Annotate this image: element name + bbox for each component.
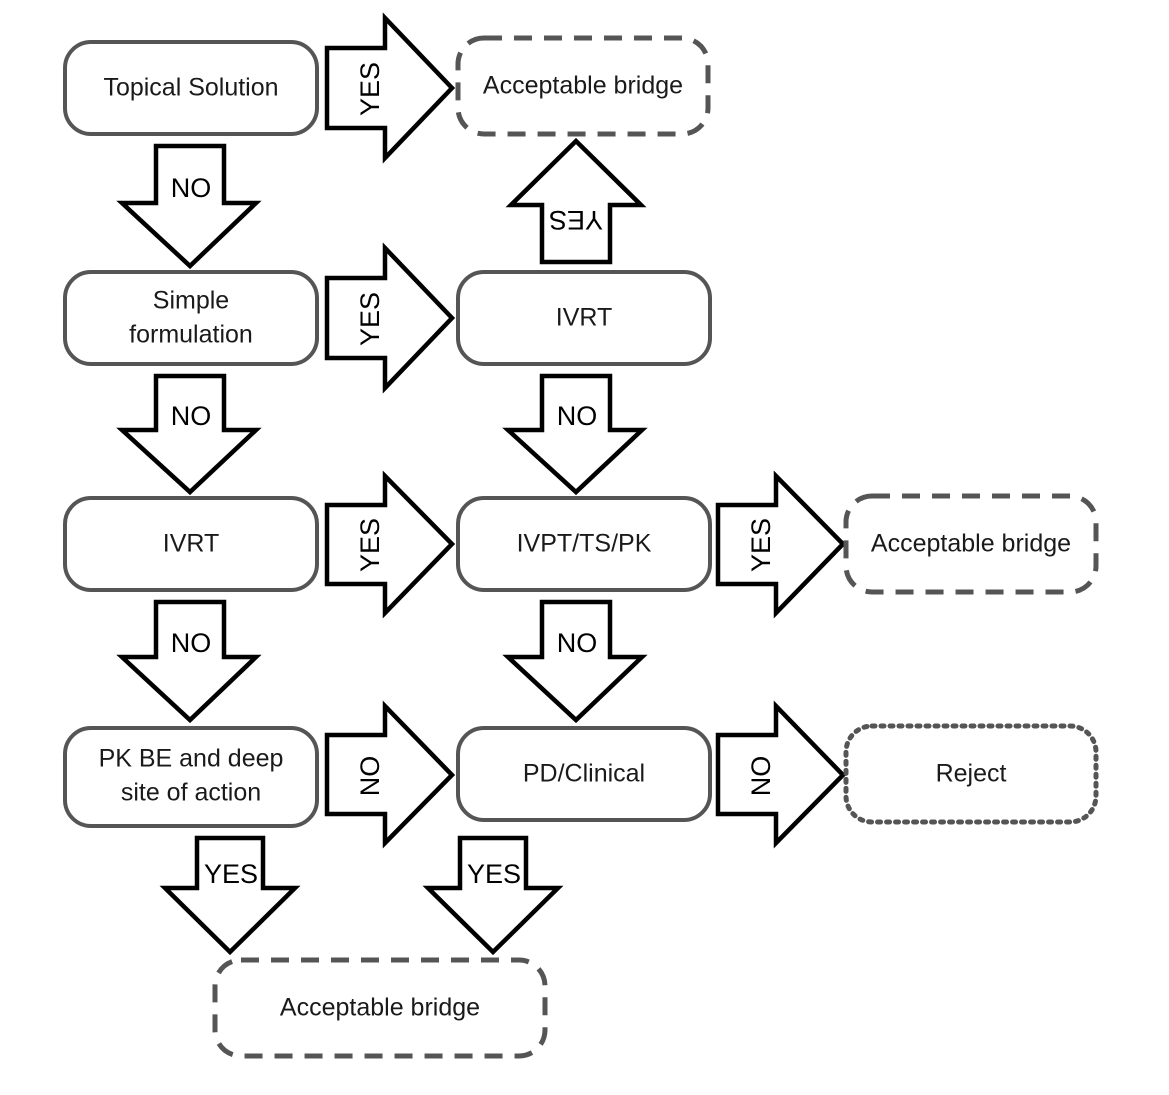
arrow-simple-yes-label: YES	[355, 292, 385, 346]
arrow-ivrt1-yes-up-shape	[505, 137, 647, 265]
arrow-simple-no-label: NO	[171, 401, 212, 431]
arrow-ivrt1-yes-up-label: YES	[549, 205, 603, 235]
arrow-pkbe-yes-label: YES	[204, 859, 258, 889]
arrow-ivrt2-no: NO	[116, 599, 262, 724]
arrow-ivrt1-yes-up: YES	[505, 137, 647, 265]
arrow-pkbe-yes-shape	[159, 835, 301, 956]
arrow-ivrt1-no: NO	[502, 373, 648, 496]
arrow-ivrt2-no-shape	[116, 599, 262, 724]
node-ivpt-ts-pk[interactable]: IVPT/TS/PK	[456, 496, 712, 592]
node-ivrt-2[interactable]: IVRT	[63, 496, 319, 592]
arrow-simple-yes: YES	[324, 242, 456, 394]
node-simple-formulation-label-line1: Simple	[153, 287, 229, 315]
arrow-simple-yes-shape	[324, 242, 456, 394]
arrow-pdclinical-no-shape	[715, 700, 847, 849]
node-pk-be-deep-site[interactable]: PK BE and deep site of action	[63, 726, 319, 828]
arrow-ivpt-no: NO	[502, 599, 648, 724]
arrow-topical-no-shape	[116, 143, 262, 270]
arrow-ivpt-no-label: NO	[557, 628, 598, 658]
node-acceptable-bridge-1-label: Acceptable bridge	[483, 72, 683, 100]
arrow-topical-yes-shape	[324, 12, 456, 164]
arrow-pdclinical-yes-shape	[422, 835, 564, 956]
arrow-pkbe-yes: YES	[159, 835, 301, 956]
arrow-ivrt2-yes-shape	[324, 470, 456, 619]
arrow-simple-no-shape	[116, 373, 262, 496]
node-pd-clinical[interactable]: PD/Clinical	[456, 726, 712, 822]
node-pk-be-deep-site-label-line1: PK BE and deep	[99, 745, 284, 773]
arrow-pdclinical-no: NO	[715, 700, 847, 849]
node-simple-formulation[interactable]: Simple formulation	[63, 270, 319, 366]
arrow-topical-yes-label: YES	[355, 62, 385, 116]
flowchart-canvas: YES NO YES YES NO NO YES YES NO NO NO NO…	[0, 0, 1169, 1095]
arrow-simple-no: NO	[116, 373, 262, 496]
arrow-ivpt-no-shape	[502, 599, 648, 724]
node-reject[interactable]: Reject	[843, 723, 1099, 825]
arrow-topical-no-label: NO	[171, 173, 212, 203]
node-pk-be-deep-site-label-line2: site of action	[121, 779, 261, 807]
arrow-ivrt1-no-label: NO	[557, 401, 598, 431]
node-ivrt-1[interactable]: IVRT	[456, 270, 712, 366]
node-topical-solution-label: Topical Solution	[103, 74, 278, 102]
node-pd-clinical-label: PD/Clinical	[523, 760, 645, 788]
node-ivrt-2-label: IVRT	[163, 530, 220, 558]
arrow-pdclinical-yes-label: YES	[467, 859, 521, 889]
arrow-ivpt-yes-label: YES	[746, 518, 776, 572]
arrow-topical-no: NO	[116, 143, 262, 270]
arrow-pkbe-no-label: NO	[355, 756, 385, 797]
arrow-ivpt-yes: YES	[715, 470, 847, 619]
node-acceptable-bridge-2[interactable]: Acceptable bridge	[843, 493, 1099, 595]
node-reject-label: Reject	[936, 760, 1007, 788]
arrow-topical-yes: YES	[324, 12, 456, 164]
arrow-pdclinical-no-label: NO	[746, 756, 776, 797]
node-acceptable-bridge-3[interactable]: Acceptable bridge	[212, 957, 548, 1059]
arrow-pdclinical-yes: YES	[422, 835, 564, 956]
node-simple-formulation-label-line2: formulation	[129, 321, 253, 349]
arrow-pkbe-no-shape	[324, 700, 456, 849]
arrow-pkbe-no: NO	[324, 700, 456, 849]
arrow-ivpt-yes-shape	[715, 470, 847, 619]
node-acceptable-bridge-1[interactable]: Acceptable bridge	[455, 35, 711, 137]
arrow-ivrt1-no-shape	[502, 373, 648, 496]
node-acceptable-bridge-3-label: Acceptable bridge	[280, 994, 480, 1022]
node-pk-be-deep-site-box[interactable]	[63, 726, 319, 828]
arrow-ivrt2-yes-label: YES	[355, 518, 385, 572]
node-ivrt-1-label: IVRT	[556, 304, 613, 332]
arrow-ivrt2-yes: YES	[324, 470, 456, 619]
node-acceptable-bridge-2-label: Acceptable bridge	[871, 530, 1071, 558]
node-topical-solution[interactable]: Topical Solution	[63, 40, 319, 136]
node-ivpt-ts-pk-label: IVPT/TS/PK	[517, 530, 652, 558]
arrow-ivrt2-no-label: NO	[171, 628, 212, 658]
flowchart-svg: YES NO YES YES NO NO YES YES NO NO NO NO…	[63, 12, 1099, 1059]
